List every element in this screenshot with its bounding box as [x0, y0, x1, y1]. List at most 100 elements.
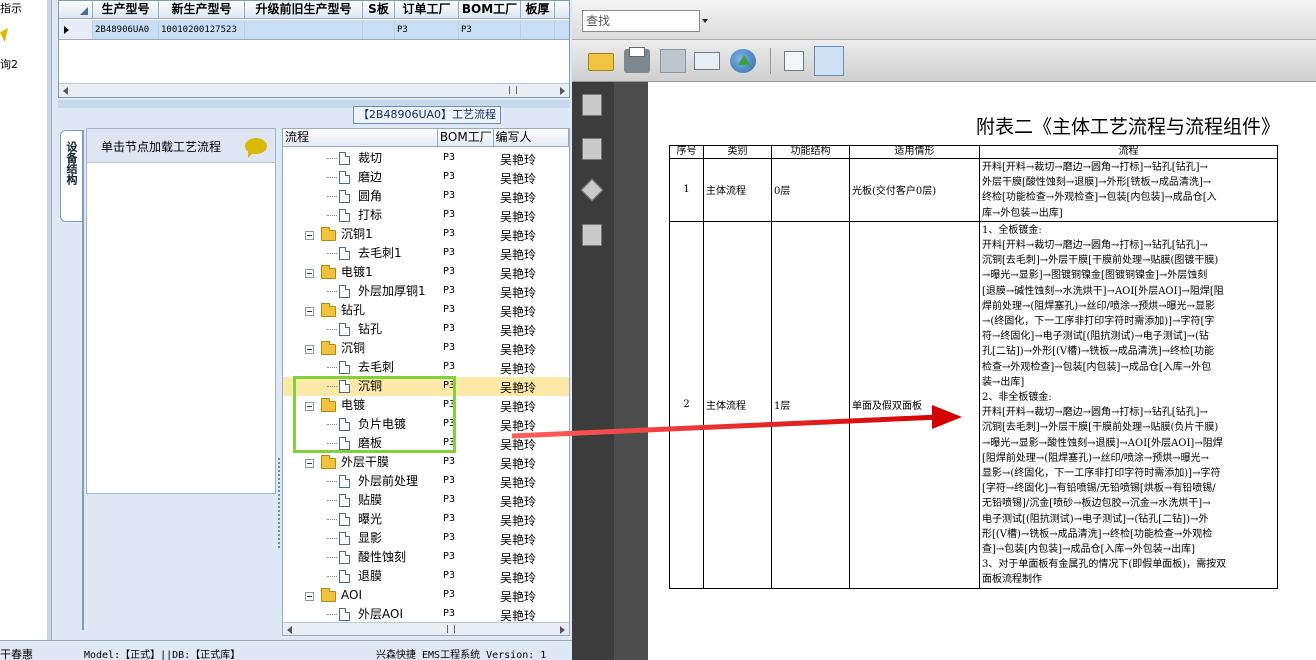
tree-node-label: 去毛刺1 [358, 246, 402, 260]
col-thickness[interactable]: 板厚 [521, 1, 555, 18]
email-icon[interactable] [694, 52, 720, 70]
web-upload-icon[interactable] [730, 49, 756, 73]
col-new-model[interactable]: 新生产型号 [159, 1, 245, 18]
tree-group-row[interactable]: 钻孔 P3 吴艳玲 [283, 301, 569, 320]
tree-node-label: 外层前处理 [358, 474, 419, 488]
collapse-icon[interactable] [305, 269, 314, 278]
cell-s-board[interactable] [363, 20, 395, 39]
flow-text-line: 沉铜[去毛刺]→外层干膜[干膜前处理→贴膜(图镀干膜) [982, 255, 1219, 267]
col-s-board[interactable]: S板 [363, 1, 395, 18]
tree-group-row[interactable]: 外层干膜 P3 吴艳玲 [283, 453, 569, 472]
save-icon[interactable] [660, 49, 686, 73]
layers-icon[interactable] [580, 178, 604, 202]
flow-text-line: 无铅喷锡]/沉金[喷砂→板边包胶→沉金→水洗烘干]→ [982, 498, 1211, 510]
tree-step-row[interactable]: 外层加厚铜1 P3 吴艳玲 [283, 282, 569, 301]
nav-item-label[interactable]: 询2 [0, 56, 18, 72]
tree-connector [327, 557, 337, 558]
cell-new-model[interactable]: 10010200127523 [159, 20, 245, 39]
tab-equipment-structure[interactable]: 设备结构 [60, 130, 82, 222]
collapse-icon[interactable] [305, 592, 314, 601]
tree-node-factory: P3 [443, 342, 456, 353]
col-author[interactable]: 编写人 [494, 129, 569, 146]
tree-node-label: 打标 [358, 208, 383, 222]
tree-step-row[interactable]: 退膜 P3 吴艳玲 [283, 567, 569, 586]
tree-node-author: 吴艳玲 [500, 248, 537, 262]
collapse-icon[interactable] [305, 345, 314, 354]
cell-old-model[interactable] [245, 20, 363, 39]
document-icon [339, 494, 350, 507]
tree-scroll-left-icon[interactable] [287, 626, 292, 634]
grid-corner[interactable] [59, 1, 93, 18]
tree-group-row[interactable]: 沉铜 P3 吴艳玲 [283, 339, 569, 358]
side-tab-label: 设备结构 [65, 141, 78, 185]
tree-node-author: 吴艳玲 [500, 381, 537, 395]
tree-step-row[interactable]: 去毛刺1 P3 吴艳玲 [283, 244, 569, 263]
cell-prod-model[interactable]: 2B48906UA0 [93, 20, 159, 39]
process-panel-title: 【2B48906UA0】工艺流程 [353, 106, 501, 124]
col-process[interactable]: 流程 [283, 129, 438, 146]
tree-node-author: 吴艳玲 [500, 153, 537, 167]
folder-icon [321, 265, 336, 279]
open-folder-icon[interactable] [588, 53, 614, 71]
signatures-icon[interactable] [582, 224, 602, 246]
nav-scrollbar[interactable] [47, 0, 51, 640]
col-prod-model[interactable]: 生产型号 [93, 1, 159, 18]
tree-scroll-thumb[interactable] [447, 625, 455, 633]
hint-panel: 单击节点加载工艺流程 [86, 128, 276, 494]
tree-node-author: 吴艳玲 [500, 267, 537, 281]
collapse-icon[interactable] [305, 231, 314, 240]
tree-node-factory: P3 [443, 190, 456, 201]
status-model-info: Model:【正式】||DB:【正式库】 [84, 650, 241, 660]
tree-step-row[interactable]: 圆角 P3 吴艳玲 [283, 187, 569, 206]
tree-step-row[interactable]: 去毛刺 P3 吴艳玲 [283, 358, 569, 377]
col-bom-factory[interactable]: BOM工厂 [459, 1, 521, 18]
scroll-thumb[interactable] [509, 86, 517, 94]
tree-step-row[interactable]: 酸性蚀刻 P3 吴艳玲 [283, 548, 569, 567]
tree-step-row[interactable]: 磨边 P3 吴艳玲 [283, 168, 569, 187]
tree-connector [327, 215, 337, 216]
tree-step-row[interactable]: 钻孔 P3 吴艳玲 [283, 320, 569, 339]
tree-step-row[interactable]: 显影 P3 吴艳玲 [283, 529, 569, 548]
pages-panel-icon[interactable] [582, 94, 602, 116]
tree-step-row[interactable]: 曝光 P3 吴艳玲 [283, 510, 569, 529]
col-tree-bom-factory[interactable]: BOM工厂 [438, 129, 494, 146]
tree-group-row[interactable]: AOI P3 吴艳玲 [283, 586, 569, 605]
tree-step-row[interactable]: 裁切 P3 吴艳玲 [283, 149, 569, 168]
print-icon[interactable] [624, 47, 650, 73]
search-input[interactable]: 查找 [582, 10, 700, 32]
fit-page-icon[interactable] [814, 46, 844, 76]
flow-text-line: [退膜→碱性蚀刻→水洗烘干]→AOI[外层AOI]→阻焊[阻 [982, 285, 1224, 297]
cell-order-factory[interactable]: P3 [395, 20, 459, 39]
tree-hscrollbar[interactable] [283, 622, 569, 635]
folder-icon [321, 227, 336, 241]
tree-connector [327, 291, 337, 292]
scroll-left-icon[interactable] [63, 87, 68, 95]
fit-width-icon[interactable] [784, 51, 804, 71]
tree-step-row[interactable]: 打标 P3 吴艳玲 [283, 206, 569, 225]
tree-node-label: 外层加厚铜1 [358, 284, 426, 298]
cell-thickness[interactable] [521, 20, 555, 39]
tree-node-label: 沉铜 [341, 341, 366, 355]
scroll-right-icon[interactable] [560, 87, 565, 95]
collapse-icon[interactable] [305, 459, 314, 468]
process-flow-table: 序号 类别 功能结构 适用情形 流程 1 主体流程 0层 光板(交付客户0层) 开料[开… [669, 145, 1278, 589]
tree-node-label: AOI [341, 588, 362, 602]
tree-scroll-right-icon[interactable] [560, 626, 565, 634]
splitter-grip[interactable] [278, 458, 281, 548]
col-old-model[interactable]: 升级前旧生产型号 [245, 1, 363, 18]
collapse-icon[interactable] [305, 307, 314, 316]
flow-text-line: 形[(V槽)→铣板→成品清洗]→终检[功能检查→外观检 [982, 528, 1213, 540]
col-order-factory[interactable]: 订单工厂 [395, 1, 459, 18]
tree-step-row[interactable]: 外层前处理 P3 吴艳玲 [283, 472, 569, 491]
table-row[interactable]: 2B48906UA0 10010200127523 P3 P3 [59, 20, 569, 40]
tree-group-row[interactable]: 沉铜1 P3 吴艳玲 [283, 225, 569, 244]
grid-hscrollbar[interactable] [59, 83, 569, 97]
tree-step-row[interactable]: 贴膜 P3 吴艳玲 [283, 491, 569, 510]
tree-node-factory: P3 [443, 171, 456, 182]
row-selector[interactable] [59, 20, 93, 39]
cell-bom-factory[interactable]: P3 [459, 20, 521, 39]
tree-group-row[interactable]: 电镀1 P3 吴艳玲 [283, 263, 569, 282]
search-dropdown-icon[interactable] [702, 19, 708, 23]
doc-cell-category: 主体流程 [703, 220, 772, 589]
bookmarks-icon[interactable] [582, 138, 602, 160]
